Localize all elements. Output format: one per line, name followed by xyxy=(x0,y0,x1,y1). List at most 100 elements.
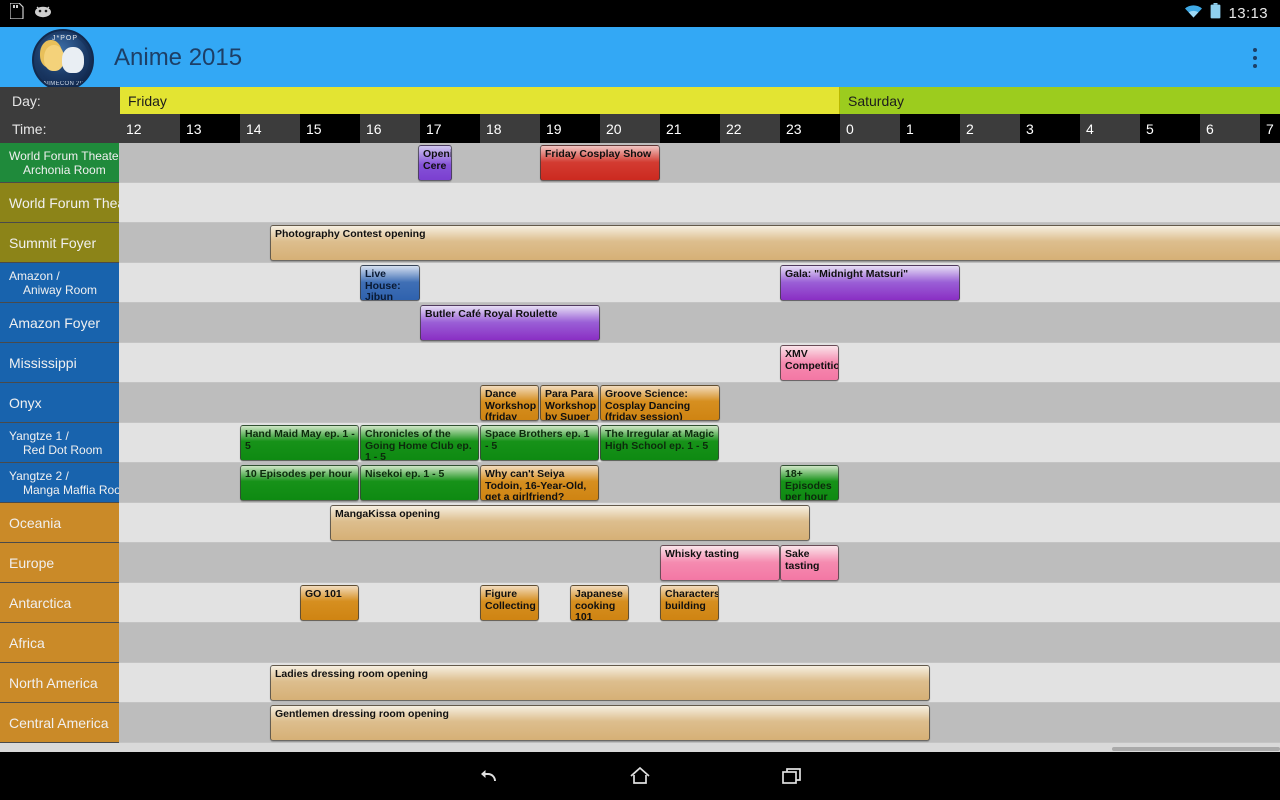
schedule-row: Oceania MangaKissa opening xyxy=(0,503,1280,543)
room-timeline[interactable]: Photography Contest opening xyxy=(119,223,1280,263)
schedule-event[interactable]: Sake tasting xyxy=(780,545,839,581)
schedule-event-title: Space Brothers ep. 1 - 5 xyxy=(485,428,590,452)
scrollbar-thumb[interactable] xyxy=(1112,747,1280,751)
room-label-yangtze-2[interactable]: Yangtze 2 /Manga Maffia Room xyxy=(0,463,119,503)
room-timeline[interactable]: Hand Maid May ep. 1 - 5 Chronicles of the… xyxy=(119,423,1280,463)
schedule-row: Summit Foyer Photography Contest opening xyxy=(0,223,1280,263)
room-timeline[interactable]: GO 101 Figure Collecting Japanese cooking … xyxy=(119,583,1280,623)
room-timeline[interactable]: Butler Café Royal Roulette xyxy=(119,303,1280,343)
schedule-event[interactable]: XMV Competition xyxy=(780,345,839,381)
schedule-event[interactable]: Characters building xyxy=(660,585,719,621)
schedule-event[interactable]: Photography Contest opening xyxy=(270,225,1280,261)
overflow-menu-button[interactable] xyxy=(1244,45,1266,71)
schedule-row: Central America Gentlemen dressing room o… xyxy=(0,703,1280,743)
room-timeline[interactable]: Gentlemen dressing room opening xyxy=(119,703,1280,743)
schedule-event-title: Figure Collecting xyxy=(485,588,536,612)
room-timeline[interactable]: XMV Competition xyxy=(119,343,1280,383)
schedule-row: World Forum Theater xyxy=(0,183,1280,223)
time-header-label: Time: xyxy=(0,114,120,143)
room-label-antarctica[interactable]: Antarctica xyxy=(0,583,119,623)
schedule-event[interactable]: The Irregular at Magic High School ep. 1… xyxy=(600,425,719,461)
schedule-event-title: Sake tasting xyxy=(785,548,820,572)
schedule-event-title: Opening Cere xyxy=(423,148,452,172)
schedule-row: Antarctica GO 101 Figure Collecting Japanes… xyxy=(0,583,1280,623)
schedule-rows: World Forum TheaterArchonia RoomOpening … xyxy=(0,143,1280,752)
hour-tick-16: 16 xyxy=(360,114,420,143)
room-label-central-america[interactable]: Central America xyxy=(0,703,119,743)
room-label-world-forum-theater[interactable]: World Forum Theater Archonia Room xyxy=(0,143,119,183)
hour-tick-12: 12 xyxy=(120,114,180,143)
schedule-event-title: XMV Competition xyxy=(785,348,838,372)
room-label-line2: Archonia Room xyxy=(23,162,106,177)
schedule-grid[interactable]: Day: Friday Saturday Time: 12 13 14 15 16 17 18… xyxy=(0,87,1280,752)
room-timeline[interactable] xyxy=(119,183,1280,223)
room-timeline[interactable]: Ladies dressing room opening xyxy=(119,663,1280,703)
room-timeline[interactable] xyxy=(119,623,1280,663)
schedule-event[interactable]: Live House: Jibun Jinsei xyxy=(360,265,420,301)
day-header-row: Day: Friday Saturday xyxy=(0,87,1280,114)
room-timeline[interactable]: Whisky tasting Sake tasting xyxy=(119,543,1280,583)
schedule-event[interactable]: 18+ Episodes per hour xyxy=(780,465,839,501)
room-label-line1: Africa xyxy=(9,634,45,651)
schedule-event[interactable]: Ladies dressing room opening xyxy=(270,665,930,701)
app-logo-top-text: J*POP xyxy=(51,35,78,42)
room-timeline[interactable]: Live House: Jibun Jinsei Gala: "Midnight … xyxy=(119,263,1280,303)
schedule-event[interactable]: Groove Science: Cosplay Dancing (friday … xyxy=(600,385,720,421)
room-label-amazon-foyer[interactable]: Amazon Foyer xyxy=(0,303,119,343)
room-label-north-america[interactable]: North America xyxy=(0,663,119,703)
room-label-line2: Aniway Room xyxy=(23,282,98,297)
android-status-bar: 13:13 xyxy=(0,0,1280,27)
schedule-row: Africa xyxy=(0,623,1280,663)
room-label-line1: Antarctica xyxy=(9,594,72,611)
schedule-event[interactable]: Hand Maid May ep. 1 - 5 xyxy=(240,425,359,461)
schedule-row: North America Ladies dressing room openin… xyxy=(0,663,1280,703)
room-timeline[interactable]: MangaKissa opening xyxy=(119,503,1280,543)
room-label-yangtze-1[interactable]: Yangtze 1 /Red Dot Room xyxy=(0,423,119,463)
status-bar-system-icons: 13:13 xyxy=(1184,3,1280,24)
hour-tick-19: 19 xyxy=(540,114,600,143)
schedule-row: World Forum TheaterArchonia RoomOpening … xyxy=(0,143,1280,183)
schedule-event[interactable]: GO 101 xyxy=(300,585,359,621)
room-timeline[interactable]: Opening Cere Friday Cosplay Show xyxy=(119,143,1280,183)
schedule-event[interactable]: Chronicles of the Going Home Club ep. 1 … xyxy=(360,425,479,461)
room-label-line1: Amazon Foyer xyxy=(9,314,101,331)
schedule-event[interactable]: Whisky tasting xyxy=(660,545,780,581)
back-icon[interactable] xyxy=(471,759,505,793)
home-icon[interactable] xyxy=(623,759,657,793)
schedule-event[interactable]: Gentlemen dressing room opening xyxy=(270,705,930,741)
hour-tick-15: 15 xyxy=(300,114,360,143)
schedule-event-title: Groove Science: Cosplay Dancing (friday … xyxy=(605,388,691,421)
schedule-event[interactable]: 10 Episodes per hour xyxy=(240,465,359,501)
room-label-line1: World Forum Theater xyxy=(9,194,119,211)
schedule-event[interactable]: Figure Collecting xyxy=(480,585,539,621)
room-label-onyx[interactable]: Onyx xyxy=(0,383,119,423)
room-label-africa[interactable]: Africa xyxy=(0,623,119,663)
schedule-event[interactable]: Space Brothers ep. 1 - 5 xyxy=(480,425,599,461)
schedule-event[interactable]: Nisekoi ep. 1 - 5 xyxy=(360,465,479,501)
hour-tick-23: 23 xyxy=(780,114,840,143)
hour-tick-14: 14 xyxy=(240,114,300,143)
schedule-event[interactable]: Japanese cooking 101 xyxy=(570,585,629,621)
room-label-world-forum-theater[interactable]: World Forum Theater xyxy=(0,183,119,223)
schedule-event[interactable]: Gala: "Midnight Matsuri" xyxy=(780,265,960,301)
schedule-event[interactable]: Friday Cosplay Show xyxy=(540,145,660,181)
schedule-event[interactable]: Para Para Workshop by Super xyxy=(540,385,599,421)
recents-icon[interactable] xyxy=(775,759,809,793)
schedule-event-title: Nisekoi ep. 1 - 5 xyxy=(365,468,445,480)
room-timeline[interactable]: Dance Workshop (friday Para Para Workshop… xyxy=(119,383,1280,423)
room-label-summit-foyer[interactable]: Summit Foyer xyxy=(0,223,119,263)
room-label-oceania[interactable]: Oceania xyxy=(0,503,119,543)
schedule-event[interactable]: Why can't Seiya Todoin, 16-Year-Old, get… xyxy=(480,465,599,501)
hour-tick-18: 18 xyxy=(480,114,540,143)
room-label-amazon[interactable]: Amazon / Aniway Room xyxy=(0,263,119,303)
schedule-event[interactable]: Butler Café Royal Roulette xyxy=(420,305,600,341)
room-timeline[interactable]: 10 Episodes per hour Nisekoi ep. 1 - 5 Why… xyxy=(119,463,1280,503)
schedule-event[interactable]: MangaKissa opening xyxy=(330,505,810,541)
app-bar: J*POP ANIMECON 2015 Anime 2015 xyxy=(0,27,1280,91)
status-bar-clock: 13:13 xyxy=(1228,5,1268,22)
schedule-event-title: Live House: Jibun Jinsei xyxy=(365,268,401,301)
room-label-mississippi[interactable]: Mississippi xyxy=(0,343,119,383)
schedule-event[interactable]: Dance Workshop (friday xyxy=(480,385,539,421)
schedule-event[interactable]: Opening Cere xyxy=(418,145,452,181)
room-label-europe[interactable]: Europe xyxy=(0,543,119,583)
